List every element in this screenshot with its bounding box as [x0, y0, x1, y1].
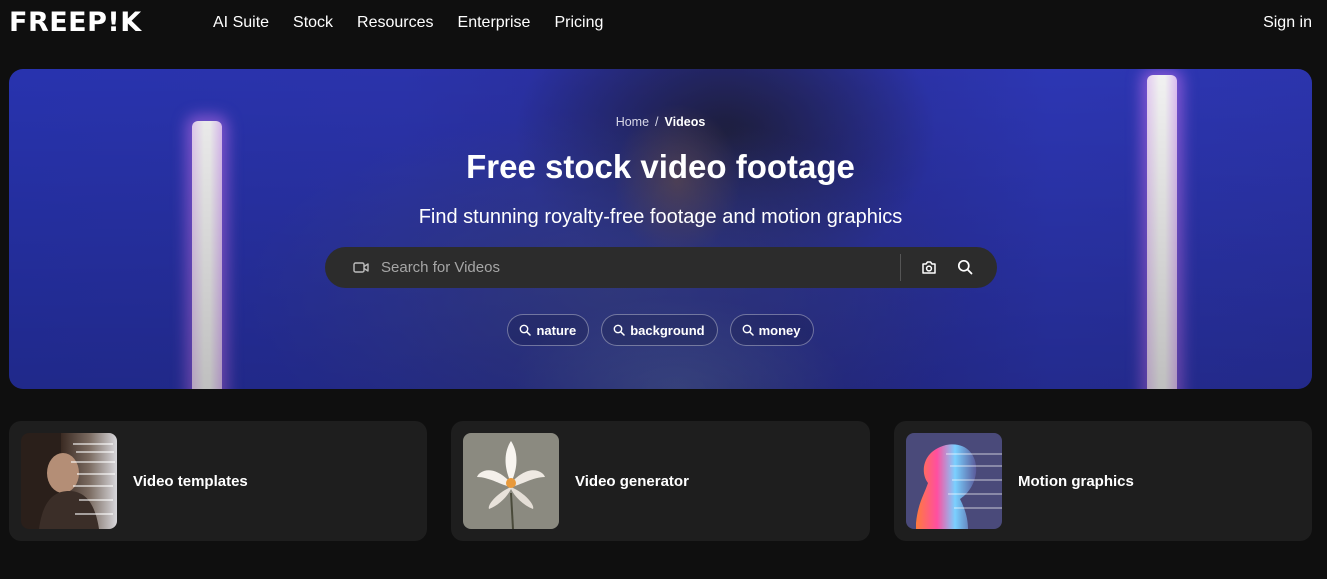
- nav-pricing[interactable]: Pricing: [554, 13, 603, 33]
- nav-resources[interactable]: Resources: [357, 13, 433, 33]
- chip-label: money: [758, 322, 801, 338]
- search-bar: [325, 247, 997, 288]
- breadcrumb-separator: /: [655, 115, 659, 129]
- card-video-generator[interactable]: Video generator: [451, 421, 870, 541]
- camera-icon[interactable]: [921, 260, 937, 275]
- breadcrumb: Home / Videos: [9, 114, 1312, 130]
- search-icon: [742, 324, 754, 336]
- card-motion-graphics[interactable]: Motion graphics: [894, 421, 1312, 541]
- chip-label: background: [630, 322, 705, 338]
- hero-content: Home / Videos Free stock video footage Fin…: [9, 69, 1312, 389]
- video-generator-thumbnail: [463, 433, 559, 529]
- sign-in-link[interactable]: Sign in: [1263, 13, 1312, 33]
- video-camera-icon: [353, 262, 369, 273]
- chip-label: nature: [536, 322, 577, 338]
- search-input[interactable]: [381, 255, 881, 280]
- card-video-templates[interactable]: Video templates: [9, 421, 427, 541]
- search-icon: [520, 324, 532, 336]
- freepik-logo[interactable]: FREEP!K: [9, 8, 142, 38]
- search-icon[interactable]: [957, 259, 973, 275]
- nav-enterprise[interactable]: Enterprise: [458, 13, 531, 33]
- main-nav: AI Suite Stock Resources Enterprise Pric…: [213, 13, 603, 33]
- card-label: Motion graphics: [1018, 473, 1134, 490]
- breadcrumb-home[interactable]: Home: [616, 115, 649, 129]
- page-subtitle: Find stunning royalty-free footage and m…: [418, 206, 903, 228]
- search-icon: [613, 324, 625, 336]
- video-templates-thumbnail: [21, 433, 117, 529]
- card-label: Video generator: [575, 473, 689, 490]
- chip-nature[interactable]: nature: [507, 314, 590, 346]
- breadcrumb-current: Videos: [664, 115, 706, 129]
- motion-graphics-thumbnail: [906, 433, 1002, 529]
- search-divider: [900, 254, 901, 281]
- top-navigation-bar: FREEP!K AI Suite Stock Resources Enterpr…: [0, 0, 1327, 46]
- card-label: Video templates: [133, 473, 248, 490]
- nav-stock[interactable]: Stock: [293, 13, 333, 33]
- hero-banner: Home / Videos Free stock video footage Fin…: [9, 69, 1312, 389]
- chip-money[interactable]: money: [729, 314, 814, 346]
- page-title: Free stock video footage: [466, 148, 855, 185]
- suggested-searches: nature background money: [9, 314, 1312, 346]
- nav-ai-suite[interactable]: AI Suite: [213, 13, 269, 33]
- chip-background[interactable]: background: [601, 314, 718, 346]
